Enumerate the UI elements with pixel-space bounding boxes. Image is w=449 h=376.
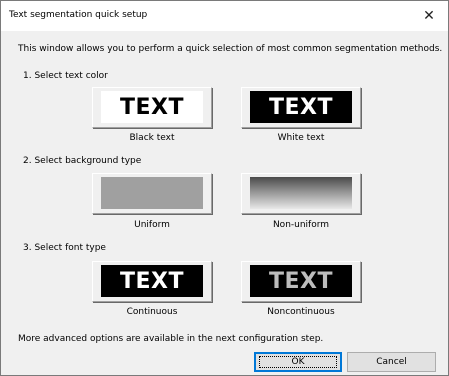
close-icon: ✕ — [423, 8, 435, 24]
noncontinuous-font-sample: TEXT — [250, 265, 352, 297]
noncontinuous-font-sample-label: TEXT — [268, 268, 333, 294]
close-button[interactable]: ✕ — [410, 1, 448, 31]
ok-button[interactable]: OK — [254, 352, 342, 372]
black-text-sample-label: TEXT — [119, 94, 184, 120]
white-text-option-button[interactable]: TEXT — [241, 87, 361, 128]
continuous-font-sample-label: TEXT — [119, 268, 184, 294]
uniform-background-option-button[interactable] — [92, 173, 212, 214]
window-title: Text segmentation quick setup — [9, 10, 148, 20]
noncontinuous-font-option-button[interactable]: TEXT — [241, 261, 361, 302]
black-text-option-button[interactable]: TEXT — [92, 87, 212, 128]
black-text-sample: TEXT — [101, 91, 203, 123]
uniform-background-sample — [101, 177, 203, 209]
non-uniform-caption: Non-uniform — [272, 220, 330, 230]
dialog-window: Text segmentation quick setup ✕ This win… — [0, 0, 449, 376]
non-uniform-background-sample — [250, 177, 352, 209]
continuous-caption: Continuous — [126, 307, 178, 317]
continuous-font-option-button[interactable]: TEXT — [92, 261, 212, 302]
white-text-caption: White text — [277, 133, 325, 143]
footer-note: More advanced options are available in t… — [18, 334, 324, 344]
continuous-font-sample: TEXT — [101, 265, 203, 297]
non-uniform-background-option-button[interactable] — [241, 173, 361, 214]
focus-rectangle — [259, 356, 337, 368]
intro-text: This window allows you to perform a quic… — [18, 44, 443, 54]
section-background-type-heading: 2. Select background type — [23, 156, 142, 166]
cancel-button[interactable]: Cancel — [347, 352, 436, 372]
uniform-caption: Uniform — [134, 220, 170, 230]
noncontinuous-caption: Noncontinuous — [267, 307, 335, 317]
title-bar: Text segmentation quick setup ✕ — [1, 1, 448, 31]
white-text-sample: TEXT — [250, 91, 352, 123]
section-font-type-heading: 3. Select font type — [23, 243, 106, 253]
cancel-button-label: Cancel — [376, 357, 407, 367]
section-text-color-heading: 1. Select text color — [23, 71, 108, 81]
white-text-sample-label: TEXT — [268, 94, 333, 120]
black-text-caption: Black text — [129, 133, 175, 143]
